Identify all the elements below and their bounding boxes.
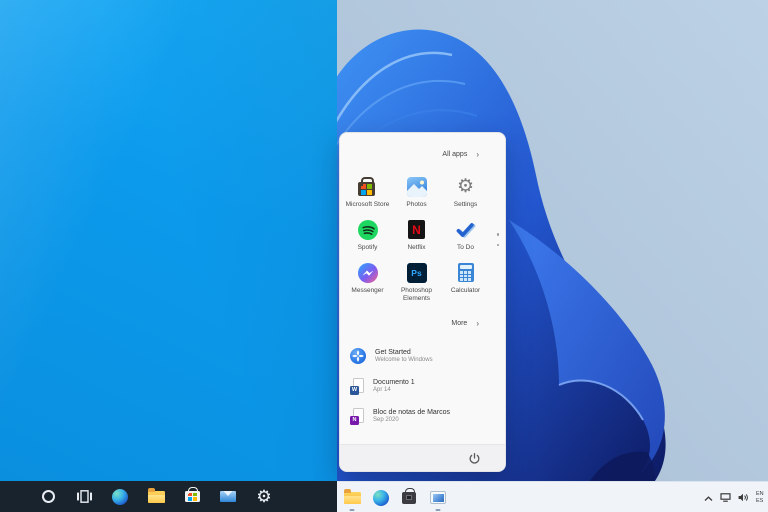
win10-taskbar: ⚙ xyxy=(0,481,337,512)
app-photoshop-elements[interactable]: Ps Photoshop Elements xyxy=(392,263,441,306)
tray-volume-button[interactable] xyxy=(738,489,749,507)
cortana-button[interactable] xyxy=(34,481,62,512)
microsoft-store-button[interactable] xyxy=(396,482,422,512)
app-spotify[interactable]: Spotify xyxy=(343,220,392,263)
app-label: Settings xyxy=(454,201,478,209)
app-settings[interactable]: ⚙ Settings xyxy=(441,177,490,220)
more-button[interactable]: More › xyxy=(451,319,479,328)
app-label: To Do xyxy=(457,244,474,252)
settings-gear-icon: ⚙ xyxy=(456,177,476,197)
settings-gear-icon: ⚙ xyxy=(256,481,271,512)
running-indicator xyxy=(436,509,441,511)
microsoft-store-button[interactable] xyxy=(178,481,206,512)
tray-language-indicator[interactable]: EN ES xyxy=(756,491,768,504)
edge-button[interactable] xyxy=(106,481,134,512)
app-photos[interactable]: Photos xyxy=(392,177,441,220)
edge-icon xyxy=(112,489,128,505)
recommended-subtitle: Welcome to Windows xyxy=(375,357,433,363)
edge-icon xyxy=(373,490,389,506)
win11-taskbar: EN ES xyxy=(337,481,768,512)
word-document-icon: W xyxy=(350,378,364,395)
win10-desktop-wallpaper xyxy=(0,0,337,512)
pinned-apps-grid: Microsoft Store Photos ⚙ Settings xyxy=(343,177,493,306)
netflix-icon: N xyxy=(408,220,425,239)
start-menu-panel: All apps › Microsoft Store Photos ⚙ Se xyxy=(339,132,506,472)
to-do-icon xyxy=(456,220,476,240)
cortana-icon xyxy=(42,490,55,503)
get-started-icon xyxy=(350,348,366,364)
app-label: Netflix xyxy=(407,244,425,252)
task-view-button[interactable] xyxy=(70,481,98,512)
app-microsoft-store[interactable]: Microsoft Store xyxy=(343,177,392,220)
running-indicator xyxy=(350,509,355,511)
tray-chevron-up-button[interactable] xyxy=(704,489,713,507)
recommended-title: Documento 1 xyxy=(373,379,415,386)
spotify-icon xyxy=(358,220,378,240)
app-label: Photos xyxy=(406,201,426,209)
photoshop-elements-icon: Ps xyxy=(407,263,427,283)
task-view-icon xyxy=(77,490,92,503)
messenger-icon xyxy=(358,263,378,283)
mail-icon xyxy=(220,491,236,502)
recommended-subtitle: Sep 2020 xyxy=(373,417,450,423)
photos-button[interactable] xyxy=(425,482,451,512)
recommended-title: Bloc de notas de Marcos xyxy=(373,409,450,416)
speaker-icon xyxy=(738,493,749,502)
settings-button[interactable]: ⚙ xyxy=(250,481,278,512)
chevron-right-icon: › xyxy=(476,150,479,159)
more-label: More xyxy=(451,320,467,327)
file-explorer-icon xyxy=(344,492,361,504)
microsoft-store-icon xyxy=(358,182,375,196)
file-explorer-icon xyxy=(148,491,165,503)
chevron-up-icon xyxy=(704,496,713,502)
microsoft-store-icon xyxy=(402,492,416,504)
recommended-section: Get Started Welcome to Windows W Documen… xyxy=(350,341,497,431)
app-netflix[interactable]: N Netflix xyxy=(392,220,441,263)
app-label: Microsoft Store xyxy=(346,201,390,209)
start-menu-footer xyxy=(340,444,505,471)
recommended-item-get-started[interactable]: Get Started Welcome to Windows xyxy=(350,341,497,371)
app-messenger[interactable]: Messenger xyxy=(343,263,392,306)
onenote-document-icon: N xyxy=(350,408,364,425)
calculator-icon xyxy=(458,263,474,282)
system-tray: EN ES xyxy=(704,482,768,512)
recommended-subtitle: Apr 14 xyxy=(373,387,415,393)
recommended-item-documento-1[interactable]: W Documento 1 Apr 14 xyxy=(350,371,497,401)
app-calculator[interactable]: Calculator xyxy=(441,263,490,306)
microsoft-store-icon xyxy=(185,491,200,502)
chevron-right-icon: › xyxy=(476,319,479,328)
desktop-comparison-screen: All apps › Microsoft Store Photos ⚙ Se xyxy=(0,0,768,512)
tray-network-button[interactable] xyxy=(720,489,731,507)
app-label: Photoshop Elements xyxy=(394,287,440,303)
recommended-item-bloc-de-notas[interactable]: N Bloc de notas de Marcos Sep 2020 xyxy=(350,401,497,431)
all-apps-button[interactable]: All apps › xyxy=(442,150,479,159)
display-network-icon xyxy=(720,493,731,502)
photos-icon xyxy=(407,177,427,197)
language-line-2: ES xyxy=(756,498,768,504)
recommended-title: Get Started xyxy=(375,349,433,356)
mail-button[interactable] xyxy=(214,481,242,512)
power-button[interactable] xyxy=(468,452,481,465)
app-label: Calculator xyxy=(451,287,480,295)
edge-button[interactable] xyxy=(368,482,394,512)
photos-icon xyxy=(430,491,446,504)
menu-scrollbar[interactable] xyxy=(497,233,500,246)
file-explorer-button[interactable] xyxy=(339,482,365,512)
file-explorer-button[interactable] xyxy=(142,481,170,512)
app-label: Spotify xyxy=(358,244,378,252)
all-apps-label: All apps xyxy=(442,151,467,158)
app-to-do[interactable]: To Do xyxy=(441,220,490,263)
app-label: Messenger xyxy=(351,287,383,295)
